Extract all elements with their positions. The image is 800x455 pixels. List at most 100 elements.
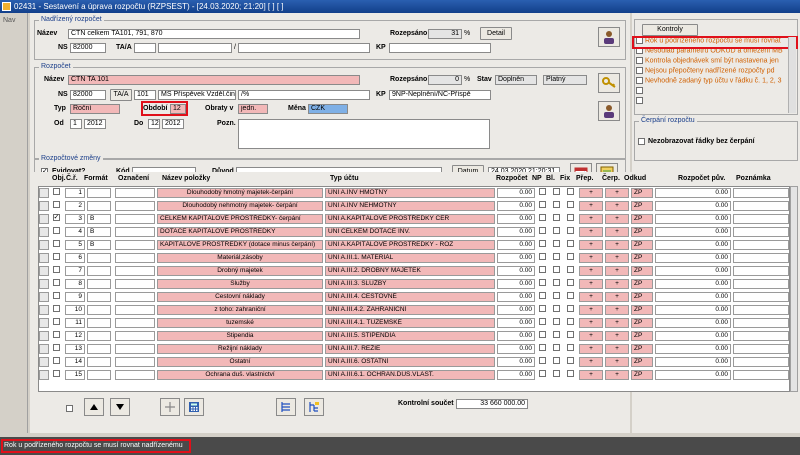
fix-checkbox[interactable] — [566, 266, 574, 273]
rozpocet-cell[interactable]: 0.00 — [497, 370, 535, 380]
odkud-cell[interactable]: ZP — [631, 227, 653, 237]
typ-cell[interactable]: UNI A.III.4. CESTOVNÉ — [325, 292, 495, 302]
plus2-cell[interactable]: + — [605, 331, 629, 341]
plus2-cell[interactable]: + — [605, 292, 629, 302]
row-selector[interactable] — [39, 331, 49, 341]
table-row[interactable]: 8 Služby UNI A.III.3. SLUŽBY 0.00 + + ZP 0.00 — [39, 278, 789, 290]
fix-checkbox[interactable] — [566, 357, 574, 364]
np-checkbox[interactable] — [538, 201, 546, 208]
obj-checkbox[interactable] — [52, 305, 60, 312]
oznaceni-cell[interactable] — [115, 188, 155, 198]
table-row[interactable]: 6 Materiál,zásoby UNI A.III.1. MATERIÁL 0.0… — [39, 252, 789, 264]
cerpani-checkbox[interactable] — [638, 138, 645, 145]
obj-checkbox[interactable] — [52, 201, 60, 208]
obj-checkbox[interactable] — [52, 370, 60, 377]
row-selector[interactable] — [39, 266, 49, 276]
fix-checkbox[interactable] — [566, 188, 574, 195]
format-cell[interactable] — [87, 266, 111, 276]
bl-checkbox[interactable] — [552, 292, 560, 299]
odkud-cell[interactable]: ZP — [631, 188, 653, 198]
rozpocet-cell[interactable]: 0.00 — [497, 201, 535, 211]
tree-button[interactable] — [276, 398, 296, 416]
format-cell[interactable] — [87, 201, 111, 211]
bl-cell[interactable] — [551, 227, 561, 237]
oznaceni-cell[interactable] — [115, 318, 155, 328]
rozpocet-cell[interactable]: 0.00 — [497, 357, 535, 367]
rozpocet-cell[interactable]: 0.00 — [497, 188, 535, 198]
obj-cell[interactable] — [51, 266, 61, 276]
np-checkbox[interactable] — [538, 214, 546, 221]
np-checkbox[interactable] — [538, 357, 546, 364]
obj-cell[interactable] — [51, 344, 61, 354]
table-scrollbar[interactable] — [790, 186, 798, 392]
fix-checkbox[interactable] — [566, 370, 574, 377]
np-cell[interactable] — [537, 188, 547, 198]
cr-cell[interactable]: 3 — [65, 214, 85, 224]
nazev-cell[interactable]: Režijní náklady — [157, 344, 323, 354]
table-row[interactable]: 1 Dlouhodobý hmotný majetek-čerpání UNI A.… — [39, 187, 789, 199]
plus1-cell[interactable]: + — [579, 266, 603, 276]
plus2-cell[interactable]: + — [605, 370, 629, 380]
bl-checkbox[interactable] — [552, 344, 560, 351]
bl-checkbox[interactable] — [552, 279, 560, 286]
typ-cell[interactable]: UNI A.III.3. SLUŽBY — [325, 279, 495, 289]
cr-cell[interactable]: 5 — [65, 240, 85, 250]
rozpocet-nazev-field[interactable]: CTN TA 101 — [68, 75, 360, 85]
poznamka-cell[interactable] — [733, 266, 789, 276]
bl-cell[interactable] — [551, 201, 561, 211]
row-selector[interactable] — [39, 214, 49, 224]
fix-checkbox[interactable] — [566, 279, 574, 286]
np-cell[interactable] — [537, 370, 547, 380]
kontroly-item-checkbox[interactable] — [636, 97, 643, 104]
odkud-cell[interactable]: ZP — [631, 305, 653, 315]
np-checkbox[interactable] — [538, 279, 546, 286]
fix-cell[interactable] — [565, 253, 575, 263]
rozpocet-cell[interactable]: 0.00 — [497, 331, 535, 341]
bl-checkbox[interactable] — [552, 331, 560, 338]
odkud-cell[interactable]: ZP — [631, 253, 653, 263]
pozn-field[interactable] — [238, 119, 490, 149]
nazev-cell[interactable]: DOTACE KAPITÁLOVÉ PROSTŘEDKY — [157, 227, 323, 237]
nadrizeny-nazev-field[interactable]: CTN celkem TA101, 791, 870 — [68, 29, 360, 39]
nazev-cell[interactable]: Služby — [157, 279, 323, 289]
fix-checkbox[interactable] — [566, 240, 574, 247]
puv-cell[interactable]: 0.00 — [655, 253, 731, 263]
row-selector[interactable] — [39, 357, 49, 367]
oznaceni-cell[interactable] — [115, 201, 155, 211]
table-row[interactable]: 14 Ostatní UNI A.III.6. OSTATNÍ 0.00 + + ZP 0.0… — [39, 356, 789, 368]
bl-checkbox[interactable] — [552, 253, 560, 260]
row-selector[interactable] — [39, 279, 49, 289]
calculator-button[interactable] — [184, 398, 204, 416]
poznamka-cell[interactable] — [733, 240, 789, 250]
rozpocet-cell[interactable]: 0.00 — [497, 253, 535, 263]
rozpocet-slash-field[interactable]: /% — [238, 90, 370, 100]
kontroly-scrollbar[interactable] — [788, 37, 796, 113]
row-selector[interactable] — [39, 305, 49, 315]
insert-button[interactable] — [160, 398, 180, 416]
table-row[interactable]: 2 Dlouhodobý nehmotný majetek- čerpání UNI… — [39, 200, 789, 212]
oznaceni-cell[interactable] — [115, 240, 155, 250]
mena-field[interactable]: CZK — [308, 104, 348, 114]
fix-checkbox[interactable] — [566, 214, 574, 221]
kontroly-item-empty[interactable] — [636, 97, 786, 107]
bl-cell[interactable] — [551, 370, 561, 380]
np-cell[interactable] — [537, 292, 547, 302]
np-cell[interactable] — [537, 318, 547, 328]
np-cell[interactable] — [537, 240, 547, 250]
np-checkbox[interactable] — [538, 305, 546, 312]
bl-checkbox[interactable] — [552, 357, 560, 364]
cr-cell[interactable]: 11 — [65, 318, 85, 328]
cr-cell[interactable]: 15 — [65, 370, 85, 380]
poznamka-cell[interactable] — [733, 292, 789, 302]
plus2-cell[interactable]: + — [605, 266, 629, 276]
obj-cell[interactable] — [51, 292, 61, 302]
np-checkbox[interactable] — [538, 266, 546, 273]
np-checkbox[interactable] — [538, 253, 546, 260]
plus2-cell[interactable]: + — [605, 279, 629, 289]
obj-checkbox[interactable] — [52, 318, 60, 325]
poznamka-cell[interactable] — [733, 279, 789, 289]
cr-cell[interactable]: 7 — [65, 266, 85, 276]
np-cell[interactable] — [537, 305, 547, 315]
cr-cell[interactable]: 14 — [65, 357, 85, 367]
np-checkbox[interactable] — [538, 188, 546, 195]
